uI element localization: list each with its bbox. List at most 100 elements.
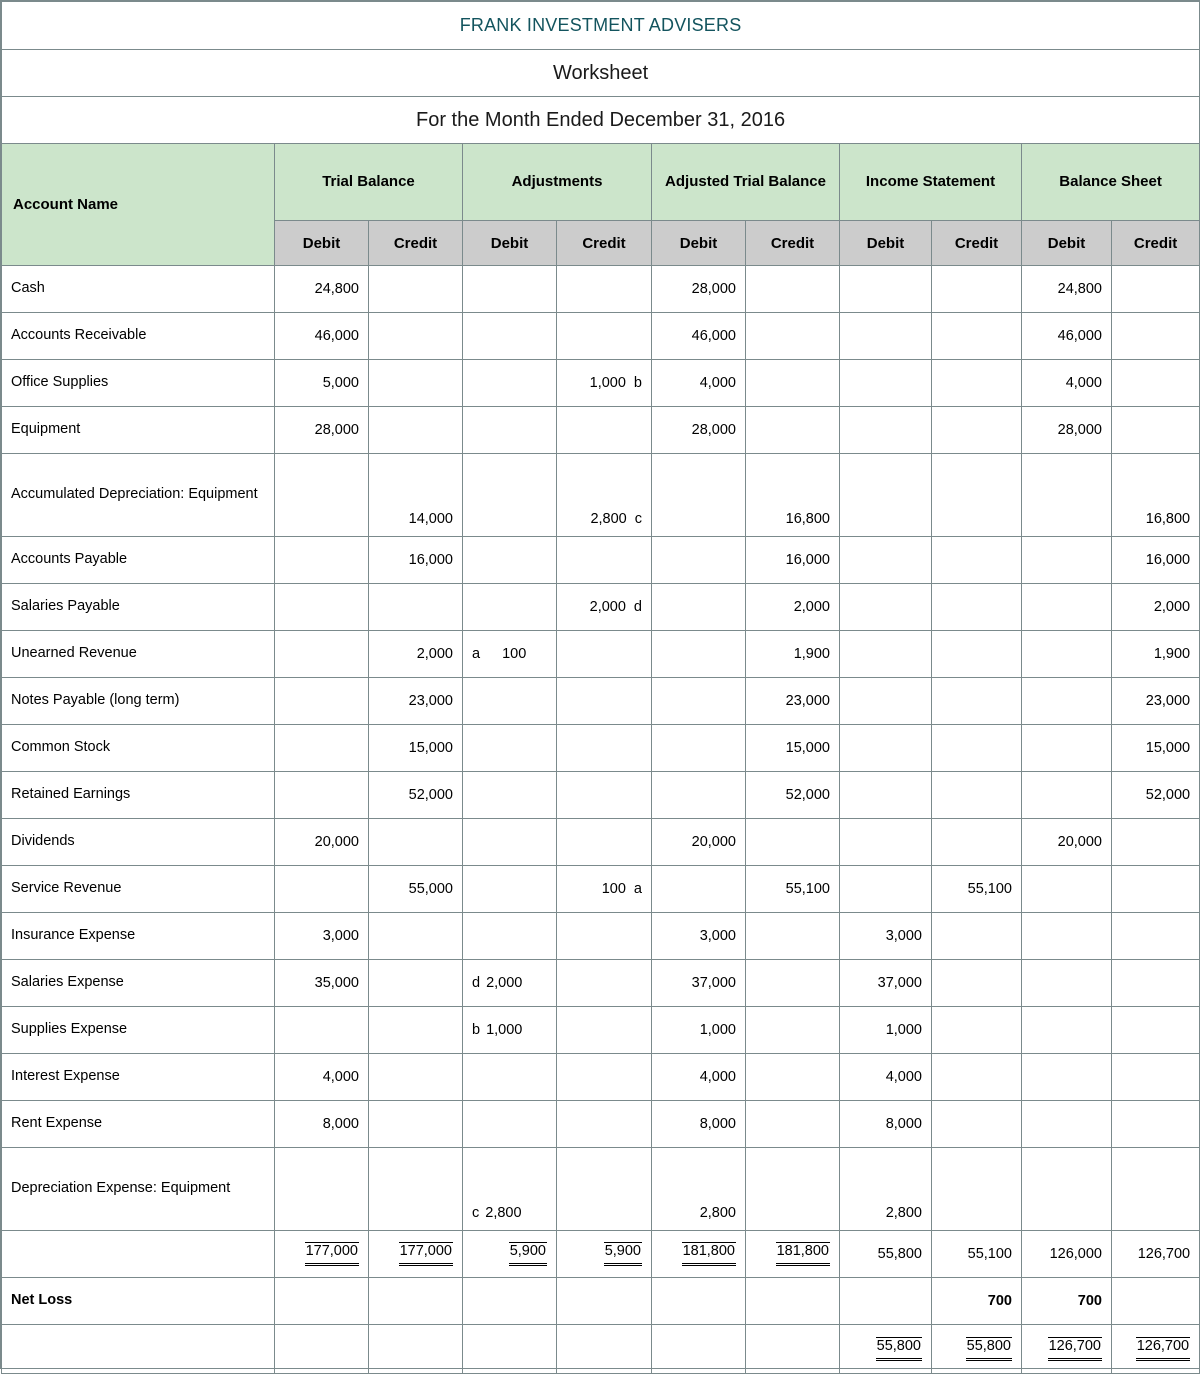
- bs-credit-cell: [1110, 865, 1200, 913]
- account-name-cell: Cash: [1, 265, 275, 313]
- table-row: Equipment 28,000 28,000 28,000: [1, 406, 1200, 454]
- adjustment-debit-cell: d 2,000: [462, 959, 557, 1007]
- bs-debit-cell: [1021, 771, 1112, 819]
- header-is-credit: Credit: [931, 220, 1022, 266]
- adjustment-debit-cell: [462, 818, 557, 866]
- bs-credit-cell: [1110, 1100, 1200, 1148]
- is-debit-cell: [839, 818, 932, 866]
- adjustment-debit-cell: [462, 312, 557, 360]
- header-bs-credit: Credit: [1110, 220, 1200, 266]
- tb-credit-cell: 2,000: [368, 630, 463, 678]
- account-name-cell: Retained Earnings: [1, 771, 275, 819]
- is-debit-cell: 3,000: [839, 912, 932, 960]
- net-loss-blank-cell: [462, 1277, 557, 1325]
- atb-debit-cell: 3,000: [651, 912, 746, 960]
- adjustment-ref-letter: c: [472, 1205, 480, 1221]
- account-name-cell: Insurance Expense: [1, 912, 275, 960]
- bs-debit-cell: [1021, 959, 1112, 1007]
- final-totals-blank-cell: [368, 1324, 463, 1374]
- adjustment-debit-cell: [462, 1100, 557, 1148]
- atb-credit-cell: [745, 265, 840, 313]
- adjustment-credit-cell: 100 a: [556, 865, 652, 913]
- net-loss-bs-credit: [1110, 1277, 1200, 1325]
- is-credit-cell: [931, 265, 1022, 313]
- totals-adj-debit: 5,900: [462, 1230, 557, 1278]
- tb-debit-cell: [274, 771, 369, 819]
- adjustment-credit-cell: [556, 265, 652, 313]
- is-debit-cell: [839, 630, 932, 678]
- atb-debit-cell: [651, 865, 746, 913]
- header-bs-debit: Debit: [1021, 220, 1112, 266]
- table-row: Insurance Expense 3,000 3,000 3,000: [1, 912, 1200, 960]
- group-header-income-statement: Income Statement: [839, 143, 1022, 221]
- double-rule: 177,000: [304, 1242, 359, 1266]
- is-debit-cell: 1,000: [839, 1006, 932, 1054]
- totals-is-debit: 55,800: [839, 1230, 932, 1278]
- worksheet-page: FRANK INVESTMENT ADVISERS Worksheet For …: [0, 0, 1200, 1374]
- bs-debit-cell: [1021, 536, 1112, 584]
- final-totals-is-credit: 55,800: [931, 1324, 1022, 1374]
- table-row: Supplies Expense b 1,000 1,000 1,000: [1, 1006, 1200, 1054]
- atb-credit-cell: [745, 1006, 840, 1054]
- atb-debit-cell: 20,000: [651, 818, 746, 866]
- is-debit-cell: 37,000: [839, 959, 932, 1007]
- totals-is-credit: 55,100: [931, 1230, 1022, 1278]
- tb-debit-cell: [274, 677, 369, 725]
- double-rule: 55,800: [875, 1337, 922, 1361]
- net-loss-bs-debit: 700: [1021, 1277, 1112, 1325]
- account-name-cell: Accumulated Depreciation: Equipment: [1, 453, 275, 537]
- company-title-row: FRANK INVESTMENT ADVISERS: [0, 1, 1200, 50]
- period-row: For the Month Ended December 31, 2016: [0, 96, 1200, 144]
- table-row: Unearned Revenue 2,000 a 100 1,900 1,900: [1, 630, 1200, 678]
- bs-credit-cell: 16,000: [1110, 536, 1200, 584]
- tb-debit-cell: 3,000: [274, 912, 369, 960]
- is-credit-cell: [931, 677, 1022, 725]
- atb-debit-cell: 46,000: [651, 312, 746, 360]
- atb-credit-cell: [745, 312, 840, 360]
- totals-label-cell: [1, 1230, 275, 1278]
- tb-debit-cell: [274, 724, 369, 772]
- period-label: For the Month Ended December 31, 2016: [0, 96, 1200, 144]
- account-name-cell: Unearned Revenue: [1, 630, 275, 678]
- adjustment-amount: 100: [502, 646, 527, 662]
- net-loss-blank-cell: [368, 1277, 463, 1325]
- tb-credit-cell: [368, 312, 463, 360]
- totals-tb-debit: 177,000: [274, 1230, 369, 1278]
- adjustment-credit-cell: [556, 1100, 652, 1148]
- adjustment-debit-cell: [462, 406, 557, 454]
- final-totals-blank-cell: [274, 1324, 369, 1374]
- tb-debit-cell: 35,000: [274, 959, 369, 1007]
- atb-credit-cell: [745, 1147, 840, 1231]
- totals-tb-credit: 177,000: [368, 1230, 463, 1278]
- tb-credit-cell: 16,000: [368, 536, 463, 584]
- tb-debit-cell: 20,000: [274, 818, 369, 866]
- is-debit-cell: [839, 771, 932, 819]
- bs-debit-cell: [1021, 1147, 1112, 1231]
- atb-debit-cell: [651, 583, 746, 631]
- tb-credit-cell: 15,000: [368, 724, 463, 772]
- is-credit-cell: [931, 724, 1022, 772]
- bs-debit-cell: [1021, 1100, 1112, 1148]
- is-credit-cell: [931, 359, 1022, 407]
- bs-credit-cell: [1110, 312, 1200, 360]
- table-row: Salaries Payable 2,000 d 2,000 2,000: [1, 583, 1200, 631]
- is-credit-cell: [931, 771, 1022, 819]
- account-name-cell: Service Revenue: [1, 865, 275, 913]
- is-credit-cell: [931, 818, 1022, 866]
- table-row: Interest Expense 4,000 4,000 4,000: [1, 1053, 1200, 1101]
- table-row: Accumulated Depreciation: Equipment 14,00…: [1, 453, 1200, 537]
- atb-debit-cell: 37,000: [651, 959, 746, 1007]
- adjustment-debit-cell: [462, 724, 557, 772]
- is-debit-cell: [839, 677, 932, 725]
- final-totals-is-debit: 55,800: [839, 1324, 932, 1374]
- double-rule: 5,900: [508, 1242, 547, 1266]
- bs-credit-cell: 16,800: [1110, 453, 1200, 537]
- adjustment-debit-cell: [462, 1053, 557, 1101]
- is-debit-cell: [839, 536, 932, 584]
- atb-credit-cell: 1,900: [745, 630, 840, 678]
- totals-atb-credit: 181,800: [745, 1230, 840, 1278]
- tb-debit-cell: [274, 453, 369, 537]
- adjustment-debit-cell: [462, 536, 557, 584]
- bs-debit-cell: [1021, 912, 1112, 960]
- bs-debit-cell: [1021, 583, 1112, 631]
